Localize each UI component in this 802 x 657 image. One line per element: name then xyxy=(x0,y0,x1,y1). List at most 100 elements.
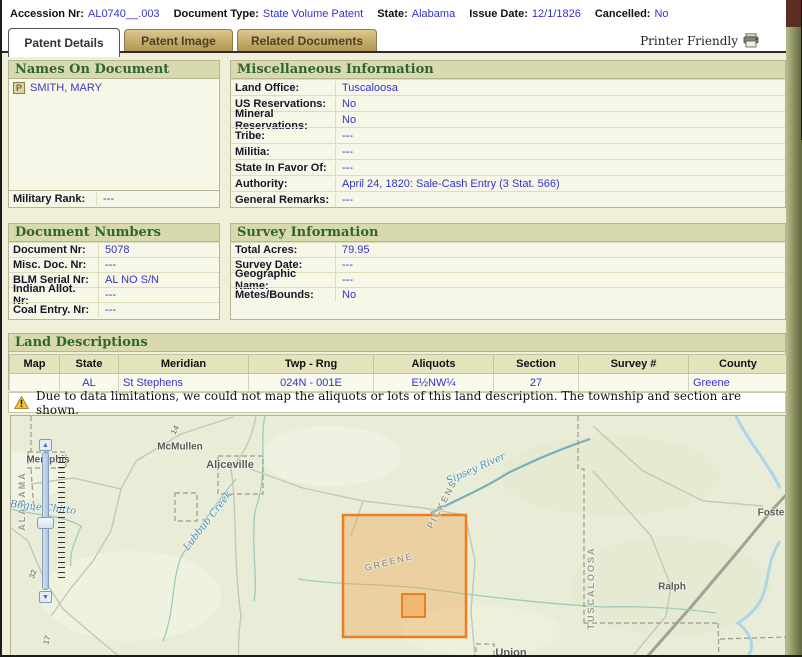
misc-doc-nr-label: Misc. Doc. Nr: xyxy=(9,258,99,272)
survey-date-value: --- xyxy=(342,259,353,271)
authority-value: April 24, 1820: Sale-Cash Entry (3 Stat.… xyxy=(342,177,560,190)
cancelled-label: Cancelled: xyxy=(594,7,651,20)
township-highlight xyxy=(341,513,468,639)
land-descriptions-panel: Land Descriptions Map State Meridian Twp… xyxy=(8,333,788,392)
name-entry: P SMITH, MARY xyxy=(13,82,215,94)
patent-details-page: Accession Nr: AL0740__.003 Document Type… xyxy=(0,0,802,657)
col-aliquots: Aliquots xyxy=(373,354,494,374)
document-nr-value: 5078 xyxy=(105,244,130,256)
col-meridian: Meridian xyxy=(118,354,249,374)
total-acres-label: Total Acres: xyxy=(231,243,336,257)
coal-entry-nr-value: --- xyxy=(105,304,116,316)
col-survey-num: Survey # xyxy=(578,354,689,374)
general-remarks-label: General Remarks: xyxy=(231,192,336,207)
warning-text: Due to data limitations, we could not ma… xyxy=(36,388,742,417)
zoom-in-button[interactable]: ▲ xyxy=(39,439,52,451)
indian-allot-nr-value: --- xyxy=(105,289,116,301)
metes-bounds-label: Metes/Bounds: xyxy=(231,288,336,302)
misc-panel-title: Miscellaneous Information xyxy=(231,61,785,79)
survey-panel-title: Survey Information xyxy=(231,224,785,242)
cancelled-field: Cancelled: No xyxy=(595,8,669,20)
militia-value: --- xyxy=(342,145,353,158)
names-on-document-panel: Names On Document P SMITH, MARY Military… xyxy=(8,60,220,208)
printer-friendly-button[interactable]: Printer Friendly xyxy=(640,33,760,48)
issue-date-field: Issue Date: 12/1/1826 xyxy=(469,8,581,20)
doc-numbers-title: Document Numbers xyxy=(9,224,219,242)
map-canvas xyxy=(11,416,785,655)
accession-field: Accession Nr: AL0740__.003 xyxy=(10,8,160,20)
land-office-value: Tuscaloosa xyxy=(342,81,398,94)
land-descriptions-title: Land Descriptions xyxy=(9,334,785,352)
col-twp-rng: Twp - Rng xyxy=(248,354,374,374)
names-list: P SMITH, MARY xyxy=(9,79,219,190)
page-edge-decoration xyxy=(786,0,802,655)
state-in-favor-label: State In Favor Of: xyxy=(231,160,336,175)
map-limitation-warning: Due to data limitations, we could not ma… xyxy=(8,389,786,417)
issue-date-value: 12/1/1826 xyxy=(531,7,581,20)
mineral-reservations-value: No xyxy=(342,113,357,126)
document-nr-label: Document Nr: xyxy=(9,243,99,257)
map-label-ralph: Ralph xyxy=(658,581,686,593)
tab-patent-details-label: Patent Details xyxy=(24,36,104,50)
map-zoom-slider: ▲ ▼ xyxy=(37,439,67,604)
accession-value: AL0740__.003 xyxy=(87,7,160,20)
state-label: State: xyxy=(377,7,408,20)
miscellaneous-information-panel: Miscellaneous Information Land Office: Tu… xyxy=(230,60,786,208)
map-label-tuscaloosa: TUSCALOOSA xyxy=(586,546,596,630)
land-descriptions-table: Map State Meridian Twp - Rng Aliquots Se… xyxy=(9,354,788,392)
land-office-label: Land Office: xyxy=(231,80,336,95)
doc-type-field: Document Type: State Volume Patent xyxy=(174,8,364,20)
tab-related-documents-label: Related Documents xyxy=(250,33,364,48)
doc-type-value: State Volume Patent xyxy=(262,7,364,20)
map-label-mcmullen: McMullen xyxy=(157,441,203,453)
tab-patent-details[interactable]: Patent Details xyxy=(8,28,120,57)
table-header-row: Map State Meridian Twp - Rng Aliquots Se… xyxy=(9,354,788,374)
map-label-aliceville: Aliceville xyxy=(206,459,254,471)
map-label-fosters: Foste xyxy=(757,507,785,519)
printer-icon xyxy=(743,33,759,48)
document-header: Accession Nr: AL0740__.003 Document Type… xyxy=(2,0,786,27)
tribe-value: --- xyxy=(342,129,353,142)
military-rank-value: --- xyxy=(103,193,114,205)
tab-patent-image-label: Patent Image xyxy=(141,33,216,48)
coal-entry-nr-label: Coal Entry. Nr: xyxy=(9,303,99,317)
accession-label: Accession Nr: xyxy=(10,7,84,20)
military-rank-row: Military Rank: --- xyxy=(9,190,219,207)
map-label-union: Union xyxy=(495,647,527,657)
printer-friendly-label: Printer Friendly xyxy=(640,33,738,48)
edge-top-accent xyxy=(786,0,802,27)
land-description-map[interactable]: ALABAMA Memphis McMullen Aliceville Bogu… xyxy=(10,415,786,657)
col-section: Section xyxy=(493,354,579,374)
blm-serial-nr-value: AL NO S/N xyxy=(105,274,159,286)
state-field: State: Alabama xyxy=(377,8,455,20)
state-in-favor-value: --- xyxy=(342,161,353,174)
tab-related-documents[interactable]: Related Documents xyxy=(237,29,377,51)
section-highlight xyxy=(401,593,426,618)
militia-label: Militia: xyxy=(231,144,336,159)
us-reservations-value: No xyxy=(342,97,357,110)
patentee-icon: P xyxy=(13,82,25,94)
tab-patent-image[interactable]: Patent Image xyxy=(124,29,233,51)
survey-information-panel: Survey Information Total Acres: 79.95 Sur… xyxy=(230,223,786,320)
general-remarks-value: --- xyxy=(342,193,353,206)
names-panel-title: Names On Document xyxy=(9,61,219,79)
authority-label: Authority: xyxy=(231,176,336,191)
metes-bounds-value: No xyxy=(342,289,357,301)
military-rank-label: Military Rank: xyxy=(9,192,97,206)
total-acres-value: 79.95 xyxy=(342,244,370,256)
issue-date-label: Issue Date: xyxy=(469,7,528,20)
col-state: State xyxy=(59,354,119,374)
zoom-slider-handle[interactable] xyxy=(37,517,54,529)
col-county: County xyxy=(688,354,788,374)
warning-icon xyxy=(14,396,29,409)
doc-type-label: Document Type: xyxy=(173,7,259,20)
zoom-out-button[interactable]: ▼ xyxy=(39,591,52,603)
document-numbers-panel: Document Numbers Document Nr: 5078 Misc. … xyxy=(8,223,220,320)
col-map: Map xyxy=(9,354,60,374)
patentee-name-link[interactable]: SMITH, MARY xyxy=(30,82,102,94)
tribe-label: Tribe: xyxy=(231,128,336,143)
tab-bar: Patent Details Patent Image Related Docu… xyxy=(2,27,786,57)
cancelled-value: No xyxy=(654,7,669,20)
state-value: Alabama xyxy=(411,7,456,20)
zoom-slider-ticks xyxy=(58,457,65,582)
